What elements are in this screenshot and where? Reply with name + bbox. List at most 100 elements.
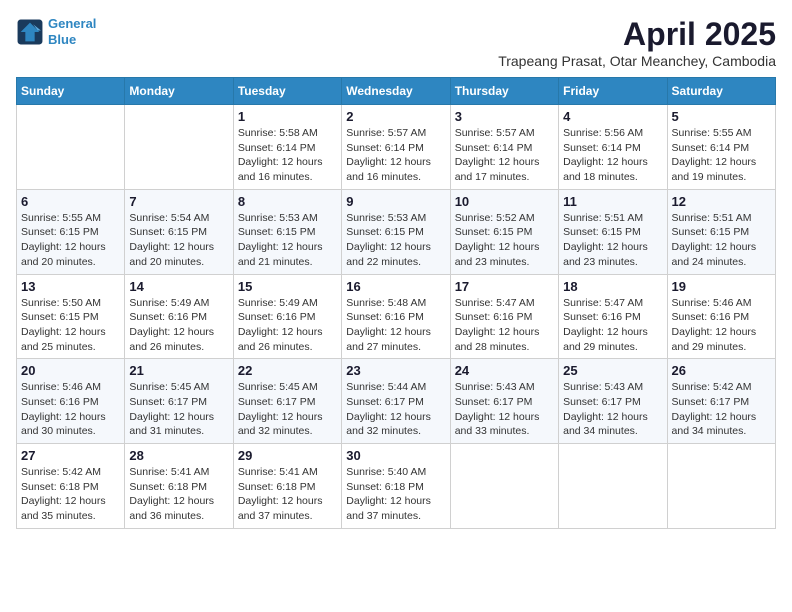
- week-row-4: 20 Sunrise: 5:46 AM Sunset: 6:16 PM Dayli…: [17, 359, 776, 444]
- day-number: 17: [455, 279, 554, 294]
- day-header-sunday: Sunday: [17, 78, 125, 105]
- day-detail: Sunrise: 5:45 AM Sunset: 6:17 PM Dayligh…: [129, 380, 228, 439]
- day-number: 26: [672, 363, 771, 378]
- calendar-cell: 10 Sunrise: 5:52 AM Sunset: 6:15 PM Dayli…: [450, 189, 558, 274]
- day-detail: Sunrise: 5:50 AM Sunset: 6:15 PM Dayligh…: [21, 296, 120, 355]
- subtitle: Trapeang Prasat, Otar Meanchey, Cambodia: [498, 53, 776, 69]
- day-detail: Sunrise: 5:47 AM Sunset: 6:16 PM Dayligh…: [455, 296, 554, 355]
- day-header-wednesday: Wednesday: [342, 78, 450, 105]
- calendar-cell: 24 Sunrise: 5:43 AM Sunset: 6:17 PM Dayli…: [450, 359, 558, 444]
- calendar-cell: 28 Sunrise: 5:41 AM Sunset: 6:18 PM Dayli…: [125, 444, 233, 529]
- day-detail: Sunrise: 5:52 AM Sunset: 6:15 PM Dayligh…: [455, 211, 554, 270]
- logo: General Blue: [16, 16, 96, 47]
- day-detail: Sunrise: 5:53 AM Sunset: 6:15 PM Dayligh…: [238, 211, 337, 270]
- day-detail: Sunrise: 5:48 AM Sunset: 6:16 PM Dayligh…: [346, 296, 445, 355]
- calendar-cell: [450, 444, 558, 529]
- calendar-cell: 6 Sunrise: 5:55 AM Sunset: 6:15 PM Daylig…: [17, 189, 125, 274]
- calendar-cell: 9Sunrise: 5:53 AM Sunset: 6:15 PM Daylig…: [342, 189, 450, 274]
- day-number: 27: [21, 448, 120, 463]
- calendar-cell: 25 Sunrise: 5:43 AM Sunset: 6:17 PM Dayli…: [559, 359, 667, 444]
- day-header-saturday: Saturday: [667, 78, 775, 105]
- day-header-friday: Friday: [559, 78, 667, 105]
- calendar-cell: 14 Sunrise: 5:49 AM Sunset: 6:16 PM Dayli…: [125, 274, 233, 359]
- day-detail: Sunrise: 5:45 AM Sunset: 6:17 PM Dayligh…: [238, 380, 337, 439]
- day-number: 30: [346, 448, 445, 463]
- calendar-cell: 13 Sunrise: 5:50 AM Sunset: 6:15 PM Dayli…: [17, 274, 125, 359]
- day-number: 8: [238, 194, 337, 209]
- day-number: 6: [21, 194, 120, 209]
- calendar-cell: 7Sunrise: 5:54 AM Sunset: 6:15 PM Daylig…: [125, 189, 233, 274]
- day-number: 3: [455, 109, 554, 124]
- day-detail: Sunrise: 5:42 AM Sunset: 6:18 PM Dayligh…: [21, 465, 120, 524]
- day-number: 21: [129, 363, 228, 378]
- calendar-cell: 18Sunrise: 5:47 AM Sunset: 6:16 PM Dayli…: [559, 274, 667, 359]
- day-number: 14: [129, 279, 228, 294]
- calendar-cell: 3Sunrise: 5:57 AM Sunset: 6:14 PM Daylig…: [450, 105, 558, 190]
- header: General Blue April 2025 Trapeang Prasat,…: [16, 16, 776, 69]
- day-detail: Sunrise: 5:51 AM Sunset: 6:15 PM Dayligh…: [563, 211, 662, 270]
- day-detail: Sunrise: 5:56 AM Sunset: 6:14 PM Dayligh…: [563, 126, 662, 185]
- calendar-cell: [17, 105, 125, 190]
- day-number: 16: [346, 279, 445, 294]
- title-area: April 2025 Trapeang Prasat, Otar Meanche…: [498, 16, 776, 69]
- day-detail: Sunrise: 5:55 AM Sunset: 6:15 PM Dayligh…: [21, 211, 120, 270]
- week-row-3: 13 Sunrise: 5:50 AM Sunset: 6:15 PM Dayli…: [17, 274, 776, 359]
- calendar-cell: 8 Sunrise: 5:53 AM Sunset: 6:15 PM Daylig…: [233, 189, 341, 274]
- day-number: 15: [238, 279, 337, 294]
- calendar-cell: 5 Sunrise: 5:55 AM Sunset: 6:14 PM Daylig…: [667, 105, 775, 190]
- day-number: 13: [21, 279, 120, 294]
- day-detail: Sunrise: 5:43 AM Sunset: 6:17 PM Dayligh…: [455, 380, 554, 439]
- week-row-1: 1 Sunrise: 5:58 AM Sunset: 6:14 PM Daylig…: [17, 105, 776, 190]
- day-header-tuesday: Tuesday: [233, 78, 341, 105]
- day-detail: Sunrise: 5:51 AM Sunset: 6:15 PM Dayligh…: [672, 211, 771, 270]
- day-detail: Sunrise: 5:41 AM Sunset: 6:18 PM Dayligh…: [129, 465, 228, 524]
- day-number: 23: [346, 363, 445, 378]
- calendar-cell: 1 Sunrise: 5:58 AM Sunset: 6:14 PM Daylig…: [233, 105, 341, 190]
- day-number: 24: [455, 363, 554, 378]
- day-number: 22: [238, 363, 337, 378]
- day-header-thursday: Thursday: [450, 78, 558, 105]
- day-detail: Sunrise: 5:46 AM Sunset: 6:16 PM Dayligh…: [21, 380, 120, 439]
- calendar-cell: [667, 444, 775, 529]
- day-number: 4: [563, 109, 662, 124]
- main-title: April 2025: [498, 16, 776, 53]
- calendar-cell: 30 Sunrise: 5:40 AM Sunset: 6:18 PM Dayli…: [342, 444, 450, 529]
- day-number: 2: [346, 109, 445, 124]
- day-header-monday: Monday: [125, 78, 233, 105]
- day-number: 10: [455, 194, 554, 209]
- day-detail: Sunrise: 5:49 AM Sunset: 6:16 PM Dayligh…: [129, 296, 228, 355]
- day-number: 1: [238, 109, 337, 124]
- calendar-cell: [559, 444, 667, 529]
- day-number: 20: [21, 363, 120, 378]
- day-number: 28: [129, 448, 228, 463]
- day-detail: Sunrise: 5:41 AM Sunset: 6:18 PM Dayligh…: [238, 465, 337, 524]
- day-detail: Sunrise: 5:54 AM Sunset: 6:15 PM Dayligh…: [129, 211, 228, 270]
- calendar-cell: [125, 105, 233, 190]
- calendar-cell: 12 Sunrise: 5:51 AM Sunset: 6:15 PM Dayli…: [667, 189, 775, 274]
- calendar-cell: 4 Sunrise: 5:56 AM Sunset: 6:14 PM Daylig…: [559, 105, 667, 190]
- day-detail: Sunrise: 5:53 AM Sunset: 6:15 PM Dayligh…: [346, 211, 445, 270]
- calendar-cell: 2Sunrise: 5:57 AM Sunset: 6:14 PM Daylig…: [342, 105, 450, 190]
- calendar-cell: 17 Sunrise: 5:47 AM Sunset: 6:16 PM Dayli…: [450, 274, 558, 359]
- day-detail: Sunrise: 5:43 AM Sunset: 6:17 PM Dayligh…: [563, 380, 662, 439]
- day-detail: Sunrise: 5:55 AM Sunset: 6:14 PM Dayligh…: [672, 126, 771, 185]
- calendar-cell: 20 Sunrise: 5:46 AM Sunset: 6:16 PM Dayli…: [17, 359, 125, 444]
- day-number: 5: [672, 109, 771, 124]
- calendar-cell: 16 Sunrise: 5:48 AM Sunset: 6:16 PM Dayli…: [342, 274, 450, 359]
- day-detail: Sunrise: 5:58 AM Sunset: 6:14 PM Dayligh…: [238, 126, 337, 185]
- week-row-5: 27 Sunrise: 5:42 AM Sunset: 6:18 PM Dayli…: [17, 444, 776, 529]
- day-number: 25: [563, 363, 662, 378]
- logo-text: General Blue: [48, 16, 96, 47]
- calendar-cell: 29Sunrise: 5:41 AM Sunset: 6:18 PM Dayli…: [233, 444, 341, 529]
- day-detail: Sunrise: 5:49 AM Sunset: 6:16 PM Dayligh…: [238, 296, 337, 355]
- day-detail: Sunrise: 5:47 AM Sunset: 6:16 PM Dayligh…: [563, 296, 662, 355]
- day-number: 12: [672, 194, 771, 209]
- week-row-2: 6 Sunrise: 5:55 AM Sunset: 6:15 PM Daylig…: [17, 189, 776, 274]
- day-number: 19: [672, 279, 771, 294]
- day-detail: Sunrise: 5:40 AM Sunset: 6:18 PM Dayligh…: [346, 465, 445, 524]
- day-detail: Sunrise: 5:42 AM Sunset: 6:17 PM Dayligh…: [672, 380, 771, 439]
- calendar-cell: 19Sunrise: 5:46 AM Sunset: 6:16 PM Dayli…: [667, 274, 775, 359]
- calendar-cell: 11Sunrise: 5:51 AM Sunset: 6:15 PM Dayli…: [559, 189, 667, 274]
- day-detail: Sunrise: 5:44 AM Sunset: 6:17 PM Dayligh…: [346, 380, 445, 439]
- logo-icon: [16, 18, 44, 46]
